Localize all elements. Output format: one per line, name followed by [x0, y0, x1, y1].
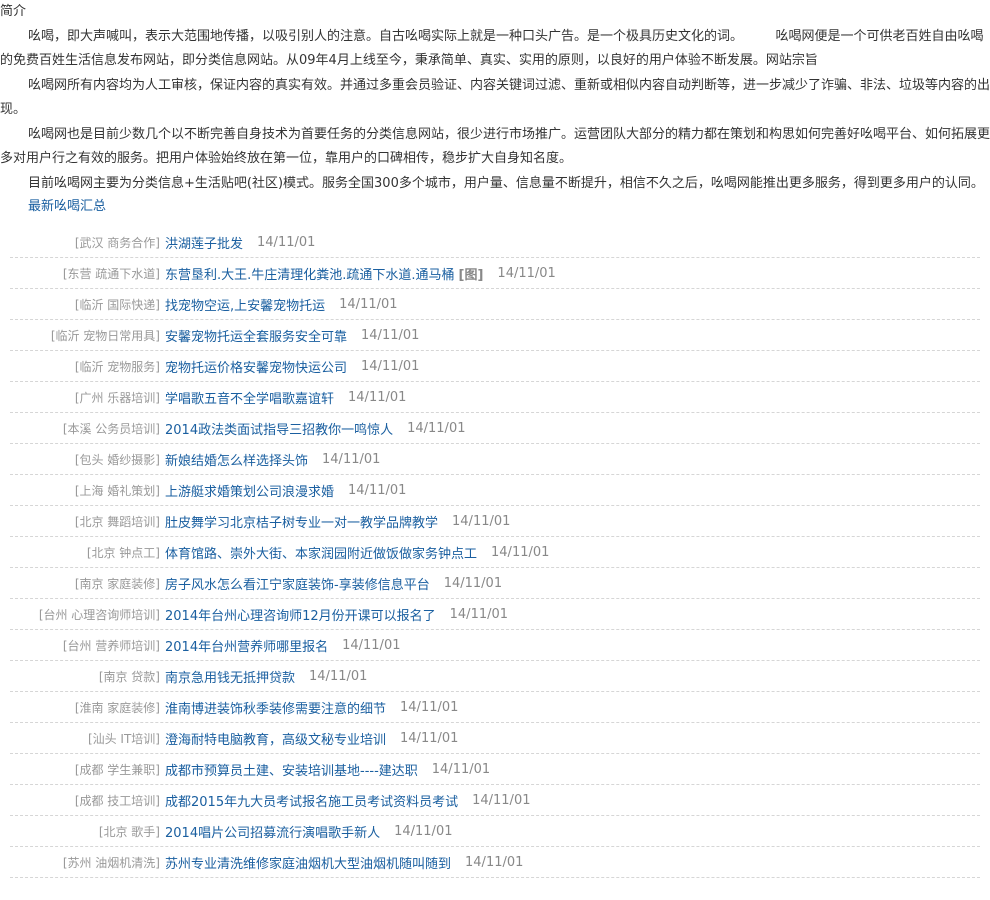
listing-title-link[interactable]: 澄海耐特电脑教育，高级文秘专业培训	[165, 729, 386, 748]
listing-title-link[interactable]: 宠物托运价格安馨宠物快运公司	[165, 357, 347, 376]
post-date: 14/11/01	[339, 296, 398, 312]
listing-title-link[interactable]: 房子风水怎么看江宁家庭装饰-享装修信息平台	[165, 574, 430, 593]
listing-title-link[interactable]: 新娘结婚怎么样选择头饰	[165, 450, 308, 469]
category-label[interactable]: [临沂 宠物服务]	[10, 358, 160, 375]
post-date: 14/11/01	[472, 792, 531, 808]
latest-summary-link[interactable]: 最新吆喝汇总	[0, 197, 990, 217]
listing-title-link[interactable]: 南京急用钱无抵押贷款	[165, 667, 295, 686]
post-date: 14/11/01	[431, 761, 491, 777]
intro-paragraph: 目前吆喝网主要为分类信息+生活贴吧(社区)模式。服务全国300多个城市，用户量、…	[28, 175, 984, 191]
list-item: [上海 婚礼策划] 上游艇求婚策划公司浪漫求婚 14/11/01	[10, 475, 980, 506]
category-label[interactable]: [淮南 家庭装修]	[10, 699, 160, 716]
post-date: 14/11/01	[400, 699, 459, 715]
list-item: [成都 技工培训] 成都2015年九大员考试报名施工员考试资料员考试 14/11/0…	[10, 785, 980, 816]
post-date: 14/11/01	[342, 637, 401, 653]
image-badge: [图]	[458, 267, 484, 283]
list-item: [本溪 公务员培训] 2014政法类面试指导三招教你一鸣惊人 14/11/01	[10, 413, 980, 444]
listing-title-link[interactable]: 找宠物空运,上安馨宠物托运	[165, 295, 325, 314]
listing-title-link[interactable]: 洪湖莲子批发	[165, 233, 243, 252]
post-date: 14/11/01	[465, 854, 524, 870]
listing-title-link[interactable]: 体育馆路、崇外大街、本家润园附近做饭做家务钟点工	[165, 543, 477, 562]
category-label[interactable]: [东营 疏通下水道]	[10, 265, 160, 282]
category-label[interactable]: [本溪 公务员培训]	[10, 420, 160, 437]
list-item: [汕头 IT培训] 澄海耐特电脑教育，高级文秘专业培训 14/11/01	[10, 723, 980, 754]
category-label[interactable]: [台州 心理咨询师培训]	[10, 606, 160, 623]
category-label[interactable]: [上海 婚礼策划]	[10, 482, 160, 499]
listing-title-link[interactable]: 2014年台州营养师哪里报名	[165, 636, 328, 655]
category-label[interactable]: [南京 家庭装修]	[10, 575, 160, 592]
list-item: [成都 学生兼职] 成都市预算员土建、安装培训基地----建达职 14/11/01	[10, 754, 980, 785]
category-label[interactable]: [南京 贷款]	[10, 668, 160, 685]
listing-list: [武汉 商务合作] 洪湖莲子批发 14/11/01 [东营 疏通下水道] 东营垦利.大王…	[10, 227, 980, 878]
listing-title-link[interactable]: 成都2015年九大员考试报名施工员考试资料员考试	[165, 791, 458, 810]
post-date: 14/11/01	[348, 482, 407, 498]
list-item: [台州 心理咨询师培训] 2014年台州心理咨询师12月份开课可以报名了 14/11…	[10, 599, 980, 630]
list-item: [淮南 家庭装修] 淮南博进装饰秋季装修需要注意的细节 14/11/01	[10, 692, 980, 723]
list-item: [北京 舞蹈培训] 肚皮舞学习北京桔子树专业一对一教学品牌教学 14/11/01	[10, 506, 980, 537]
listing-title-link[interactable]: 上游艇求婚策划公司浪漫求婚	[165, 481, 334, 500]
post-date: 14/11/01	[394, 823, 453, 839]
listing-title-link[interactable]: 苏州专业清洗维修家庭油烟机大型油烟机随叫随到	[165, 853, 451, 872]
list-item: [北京 钟点工] 体育馆路、崇外大街、本家润园附近做饭做家务钟点工 14/11/01	[10, 537, 980, 568]
intro-paragraph: 吆喝网也是目前少数几个以不断完善自身技术为首要任务的分类信息网站，很少进行市场推…	[0, 126, 990, 167]
category-label[interactable]: [成都 学生兼职]	[10, 761, 160, 778]
listing-title-link[interactable]: 安馨宠物托运全套服务安全可靠	[165, 326, 347, 345]
list-item: [包头 婚纱摄影] 新娘结婚怎么样选择头饰 14/11/01	[10, 444, 980, 475]
category-label[interactable]: [北京 舞蹈培训]	[10, 513, 160, 530]
post-date: 14/11/01	[361, 327, 420, 343]
list-item: [广州 乐器培训] 学唱歌五音不全学唱歌嘉谊轩 14/11/01	[10, 382, 980, 413]
listing-title-link[interactable]: 淮南博进装饰秋季装修需要注意的细节	[165, 698, 386, 717]
intro-paragraph: 吆喝，即大声喊叫，表示大范围地传播，以吸引别人的注意。自古吆喝实际上就是一种口头…	[0, 28, 984, 69]
post-date: 14/11/01	[452, 513, 511, 529]
list-item: [临沂 宠物服务] 宠物托运价格安馨宠物快运公司 14/11/01	[10, 351, 980, 382]
category-label[interactable]: [临沂 国际快递]	[10, 296, 160, 313]
post-date: 14/11/01	[400, 730, 459, 746]
list-item: [临沂 国际快递] 找宠物空运,上安馨宠物托运 14/11/01	[10, 289, 980, 320]
intro-title: 简介	[0, 4, 27, 19]
post-date: 14/11/01	[257, 234, 316, 250]
post-date: 14/11/01	[491, 544, 550, 560]
listing-title-link[interactable]: 东营垦利.大王.牛庄清理化粪池.疏通下水道.通马桶	[165, 264, 455, 283]
list-item: [武汉 商务合作] 洪湖莲子批发 14/11/01	[10, 227, 980, 258]
list-item: [南京 家庭装修] 房子风水怎么看江宁家庭装饰-享装修信息平台 14/11/01	[10, 568, 980, 599]
post-date: 14/11/01	[443, 575, 503, 591]
list-item: [南京 贷款] 南京急用钱无抵押贷款 14/11/01	[10, 661, 980, 692]
post-date: 14/11/01	[407, 420, 466, 436]
post-date: 14/11/01	[497, 265, 556, 281]
listing-title-link[interactable]: 成都市预算员土建、安装培训基地----建达职	[165, 760, 418, 779]
list-item: [临沂 宠物日常用具] 安馨宠物托运全套服务安全可靠 14/11/01	[10, 320, 980, 351]
category-label[interactable]: [成都 技工培训]	[10, 792, 160, 809]
post-date: 14/11/01	[361, 358, 420, 374]
list-item: [苏州 油烟机清洗] 苏州专业清洗维修家庭油烟机大型油烟机随叫随到 14/11/01	[10, 847, 980, 878]
category-label[interactable]: [北京 歌手]	[10, 823, 160, 840]
list-item: [北京 歌手] 2014唱片公司招募流行演唱歌手新人 14/11/01	[10, 816, 980, 847]
listing-title-link[interactable]: 肚皮舞学习北京桔子树专业一对一教学品牌教学	[165, 512, 438, 531]
intro-section: 简介 吆喝，即大声喊叫，表示大范围地传播，以吸引别人的注意。自古吆喝实际上就是一…	[0, 0, 990, 196]
category-label[interactable]: [包头 婚纱摄影]	[10, 451, 160, 468]
listing-title-link[interactable]: 2014唱片公司招募流行演唱歌手新人	[165, 822, 380, 841]
category-label[interactable]: [汕头 IT培训]	[10, 730, 160, 747]
category-label[interactable]: [苏州 油烟机清洗]	[10, 854, 160, 871]
category-label[interactable]: [北京 钟点工]	[10, 544, 160, 561]
category-label[interactable]: [临沂 宠物日常用具]	[10, 327, 160, 344]
intro-paragraph: 吆喝网所有内容均为人工审核，保证内容的真实有效。并通过多重会员验证、内容关键词过…	[0, 77, 990, 118]
post-date: 14/11/01	[348, 389, 407, 405]
listing-title-link[interactable]: 2014政法类面试指导三招教你一鸣惊人	[165, 419, 393, 438]
post-date: 14/11/01	[322, 451, 381, 467]
category-label[interactable]: [台州 营养师培训]	[10, 637, 160, 654]
category-label[interactable]: [武汉 商务合作]	[10, 234, 160, 251]
list-item: [台州 营养师培训] 2014年台州营养师哪里报名 14/11/01	[10, 630, 980, 661]
list-item: [东营 疏通下水道] 东营垦利.大王.牛庄清理化粪池.疏通下水道.通马桶 [图] 14…	[10, 258, 980, 289]
post-date: 14/11/01	[449, 606, 509, 622]
post-date: 14/11/01	[309, 668, 368, 684]
listing-title-link[interactable]: 2014年台州心理咨询师12月份开课可以报名了	[165, 605, 436, 624]
category-label[interactable]: [广州 乐器培训]	[10, 389, 160, 406]
listing-title-link[interactable]: 学唱歌五音不全学唱歌嘉谊轩	[165, 388, 334, 407]
